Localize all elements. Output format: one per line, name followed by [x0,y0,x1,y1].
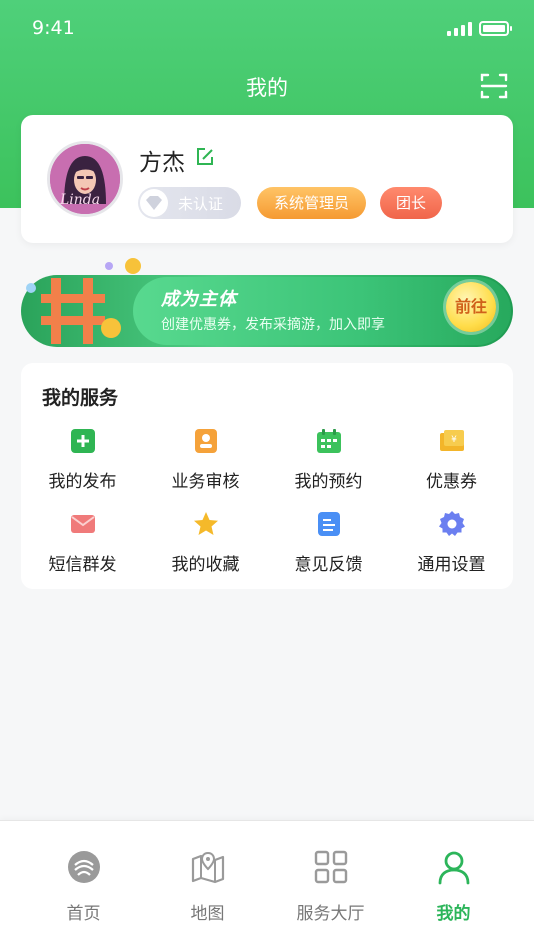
tab-bar: 首页 地图 服务大厅 我的 [0,820,534,950]
service-my-favorites[interactable]: 我的收藏 [144,506,267,586]
status-bar: 9:41 [0,0,534,60]
edit-icon[interactable] [195,147,215,167]
tab-label: 首页 [66,904,101,924]
service-hall-icon [314,850,348,884]
service-sms-broadcast[interactable]: 短信群发 [21,506,144,586]
banner-go-button[interactable]: 前往 [446,282,496,332]
tab-label: 地图 [190,904,225,924]
avatar[interactable]: Linda [47,141,123,217]
tab-service-hall[interactable]: 服务大厅 [269,821,392,931]
user-name: 方杰 [139,150,185,176]
publish-icon [71,429,95,453]
service-label: 优惠券 [426,472,477,492]
admin-badge: 系统管理员 [257,187,366,219]
banner-subtitle: 创建优惠券，发布采摘游，加入即享 [161,317,385,333]
leader-badge: 团长 [380,187,442,219]
battery-icon [479,21,512,36]
unverified-badge[interactable]: 未认证 [138,187,241,219]
feedback-icon [318,512,340,536]
banner-title: 成为主体 [161,289,237,310]
tab-home[interactable]: 首页 [22,821,145,931]
banner-illustration [26,258,141,344]
service-coupon[interactable]: ¥ 优惠券 [390,423,513,503]
profile-card: Linda 方杰 未认证 系统管理员 团长 [21,115,513,243]
tab-mine[interactable]: 我的 [392,821,515,931]
tab-map[interactable]: 地图 [146,821,269,931]
service-label: 意见反馈 [294,555,363,575]
service-business-review[interactable]: 业务审核 [144,423,267,503]
page-title: 我的 [246,76,288,100]
star-icon [194,512,218,535]
tab-label: 我的 [436,904,471,924]
service-label: 业务审核 [171,472,240,492]
diamond-icon [140,189,168,217]
settings-icon [439,511,465,536]
avatar-caption: Linda [60,192,101,208]
map-icon [191,851,225,884]
service-my-publish[interactable]: 我的发布 [21,423,144,503]
coupon-icon: ¥ [440,430,464,451]
tab-label: 服务大厅 [296,904,365,924]
services-title: 我的服务 [42,387,119,409]
service-feedback[interactable]: 意见反馈 [267,506,390,586]
calendar-icon [317,429,341,453]
service-label: 通用设置 [417,555,486,575]
service-label: 我的收藏 [171,555,240,575]
signal-icon [447,22,472,36]
home-icon [68,851,100,883]
user-icon [438,851,470,885]
service-general-settings[interactable]: 通用设置 [390,506,513,586]
service-label: 短信群发 [48,555,117,575]
become-entity-banner[interactable]: 成为主体 创建优惠券，发布采摘游，加入即享 前往 [21,258,513,348]
unverified-label: 未认证 [178,195,224,213]
status-time: 9:41 [32,17,75,39]
service-my-reservation[interactable]: 我的预约 [267,423,390,503]
scan-icon[interactable] [480,72,508,100]
service-label: 我的预约 [294,472,363,492]
service-label: 我的发布 [48,472,117,492]
svg-text:¥: ¥ [451,435,457,445]
title-bar: 我的 [0,62,534,106]
review-icon [195,429,217,453]
services-card: 我的服务 我的发布 业务审核 我的预约 ¥ 优惠券 短信群发 我的收藏 意见反馈… [21,363,513,589]
sms-icon [71,515,95,533]
